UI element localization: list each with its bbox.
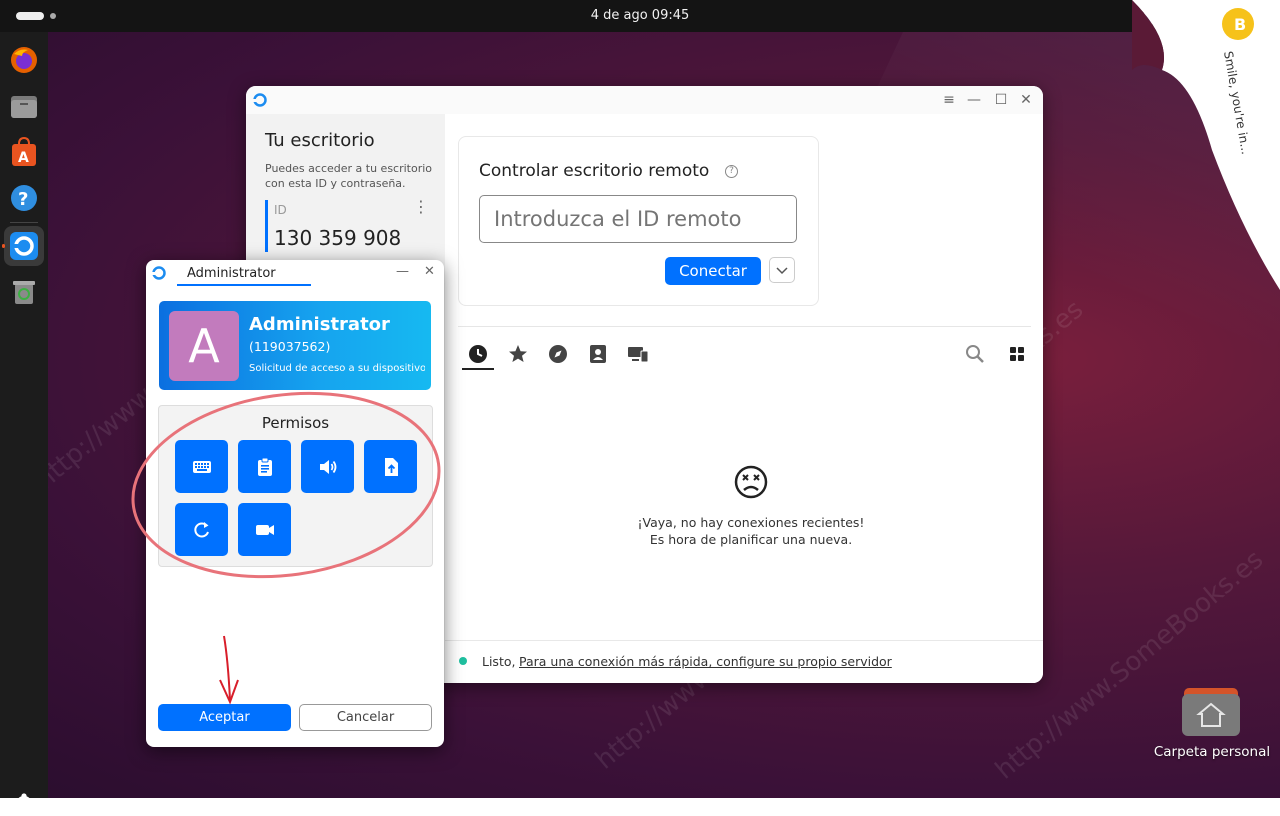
access-request-text: Solicitud de acceso a su dispositivo... (249, 363, 425, 374)
connect-button[interactable]: Conectar (665, 257, 761, 285)
search-icon[interactable] (964, 343, 986, 365)
show-apps-icon[interactable] (12, 792, 36, 816)
home-folder-label[interactable]: Carpeta personal (1150, 744, 1274, 760)
somebooks-page-curl: B Smile, you're in... (1132, 0, 1280, 290)
discovered-compass-icon[interactable] (547, 343, 569, 365)
dock-separator (10, 222, 38, 223)
permission-clipboard-button[interactable] (238, 440, 291, 493)
sad-face-icon (734, 465, 768, 499)
maximize-icon[interactable]: ☐ (993, 92, 1009, 108)
permission-recording-button[interactable] (238, 503, 291, 556)
avatar: A (169, 311, 239, 381)
remote-control-card: Controlar escritorio remoto ? Conectar (458, 136, 819, 306)
id-accent-bar (265, 200, 268, 252)
minimize-icon[interactable]: — (966, 92, 982, 108)
status-bar: Listo, Para una conexión más rápida, con… (445, 640, 1043, 683)
status-dot (459, 657, 467, 665)
id-options-icon[interactable]: ⋮ (413, 199, 429, 215)
help-icon[interactable]: ? (8, 182, 40, 214)
my-desktop-description: Puedes acceder a tu escritorio con esta … (265, 162, 433, 190)
permission-restart-button[interactable] (175, 503, 228, 556)
recent-sessions-icon[interactable] (467, 343, 489, 365)
trash-icon[interactable] (8, 276, 40, 308)
devices-icon[interactable] (627, 343, 649, 365)
files-icon[interactable] (8, 90, 40, 122)
menu-icon[interactable]: ≡ (941, 92, 957, 108)
restart-icon (193, 521, 209, 537)
permission-keyboard-button[interactable] (175, 440, 228, 493)
permissions-title: Permisos (261, 414, 330, 432)
permission-file-transfer-button[interactable] (364, 440, 417, 493)
app-center-icon[interactable]: A (8, 136, 40, 168)
permission-audio-button[interactable] (301, 440, 354, 493)
active-tab-underline (462, 368, 494, 370)
my-desktop-title: Tu escritorio (265, 130, 375, 151)
file-upload-icon (384, 457, 398, 476)
video-camera-icon (255, 524, 274, 535)
dialog-close-icon[interactable]: ✕ (424, 264, 435, 279)
svg-text:B: B (1234, 15, 1246, 34)
rustdesk-icon[interactable] (8, 230, 40, 262)
empty-state-line2: Es hora de planificar una nueva. (649, 532, 853, 547)
svg-text:A: A (18, 150, 29, 166)
remote-id-input[interactable] (479, 195, 797, 243)
svg-text:?: ? (18, 189, 28, 210)
cancel-button[interactable]: Cancelar (299, 704, 432, 731)
grid-view-icon[interactable] (1006, 343, 1028, 365)
remote-control-title: Controlar escritorio remoto (479, 161, 710, 181)
requester-name: Administrator (249, 314, 390, 335)
chevron-down-icon (776, 267, 788, 275)
rustdesk-logo-icon (253, 93, 267, 107)
configure-server-link[interactable]: Para una conexión más rápida, configure … (519, 654, 892, 669)
clipboard-icon (257, 457, 272, 476)
main-titlebar[interactable]: ≡ — ☐ ✕ (246, 86, 1043, 114)
tab-administrator[interactable]: Administrator (177, 264, 311, 286)
accept-button[interactable]: Aceptar (158, 704, 291, 731)
connect-options-button[interactable] (769, 257, 795, 283)
requester-card: A Administrator (119037562) Solicitud de… (159, 301, 431, 390)
help-circle-icon[interactable]: ? (725, 165, 738, 178)
peer-tabs-bar (458, 326, 1031, 371)
home-folder-icon[interactable] (1182, 684, 1240, 736)
rustdesk-logo-icon (152, 266, 166, 280)
favorites-icon[interactable] (507, 343, 529, 365)
id-value[interactable]: 130 359 908 (274, 226, 401, 250)
status-ready-text: Listo, (482, 654, 516, 669)
keyboard-icon (192, 460, 211, 473)
address-book-icon[interactable] (587, 343, 609, 365)
speaker-icon (319, 459, 336, 474)
empty-state-message: ¡Vaya, no hay conexiones recientes! Es h… (566, 514, 936, 548)
firefox-icon[interactable] (8, 44, 40, 76)
close-icon[interactable]: ✕ (1018, 92, 1034, 108)
clock[interactable]: 4 de ago 09:45 (0, 8, 1280, 23)
empty-state-line1: ¡Vaya, no hay conexiones recientes! (637, 515, 865, 530)
connection-request-dialog: Administrator — ✕ A Administrator (11903… (146, 260, 444, 747)
id-label: ID (274, 203, 287, 217)
dialog-minimize-icon[interactable]: — (396, 264, 409, 279)
top-bar: 4 de ago 09:45 (0, 0, 1280, 32)
permissions-panel: Permisos (158, 405, 433, 567)
dock: A ? (0, 32, 48, 813)
requester-id: (119037562) (249, 339, 331, 354)
running-indicator (2, 244, 5, 248)
